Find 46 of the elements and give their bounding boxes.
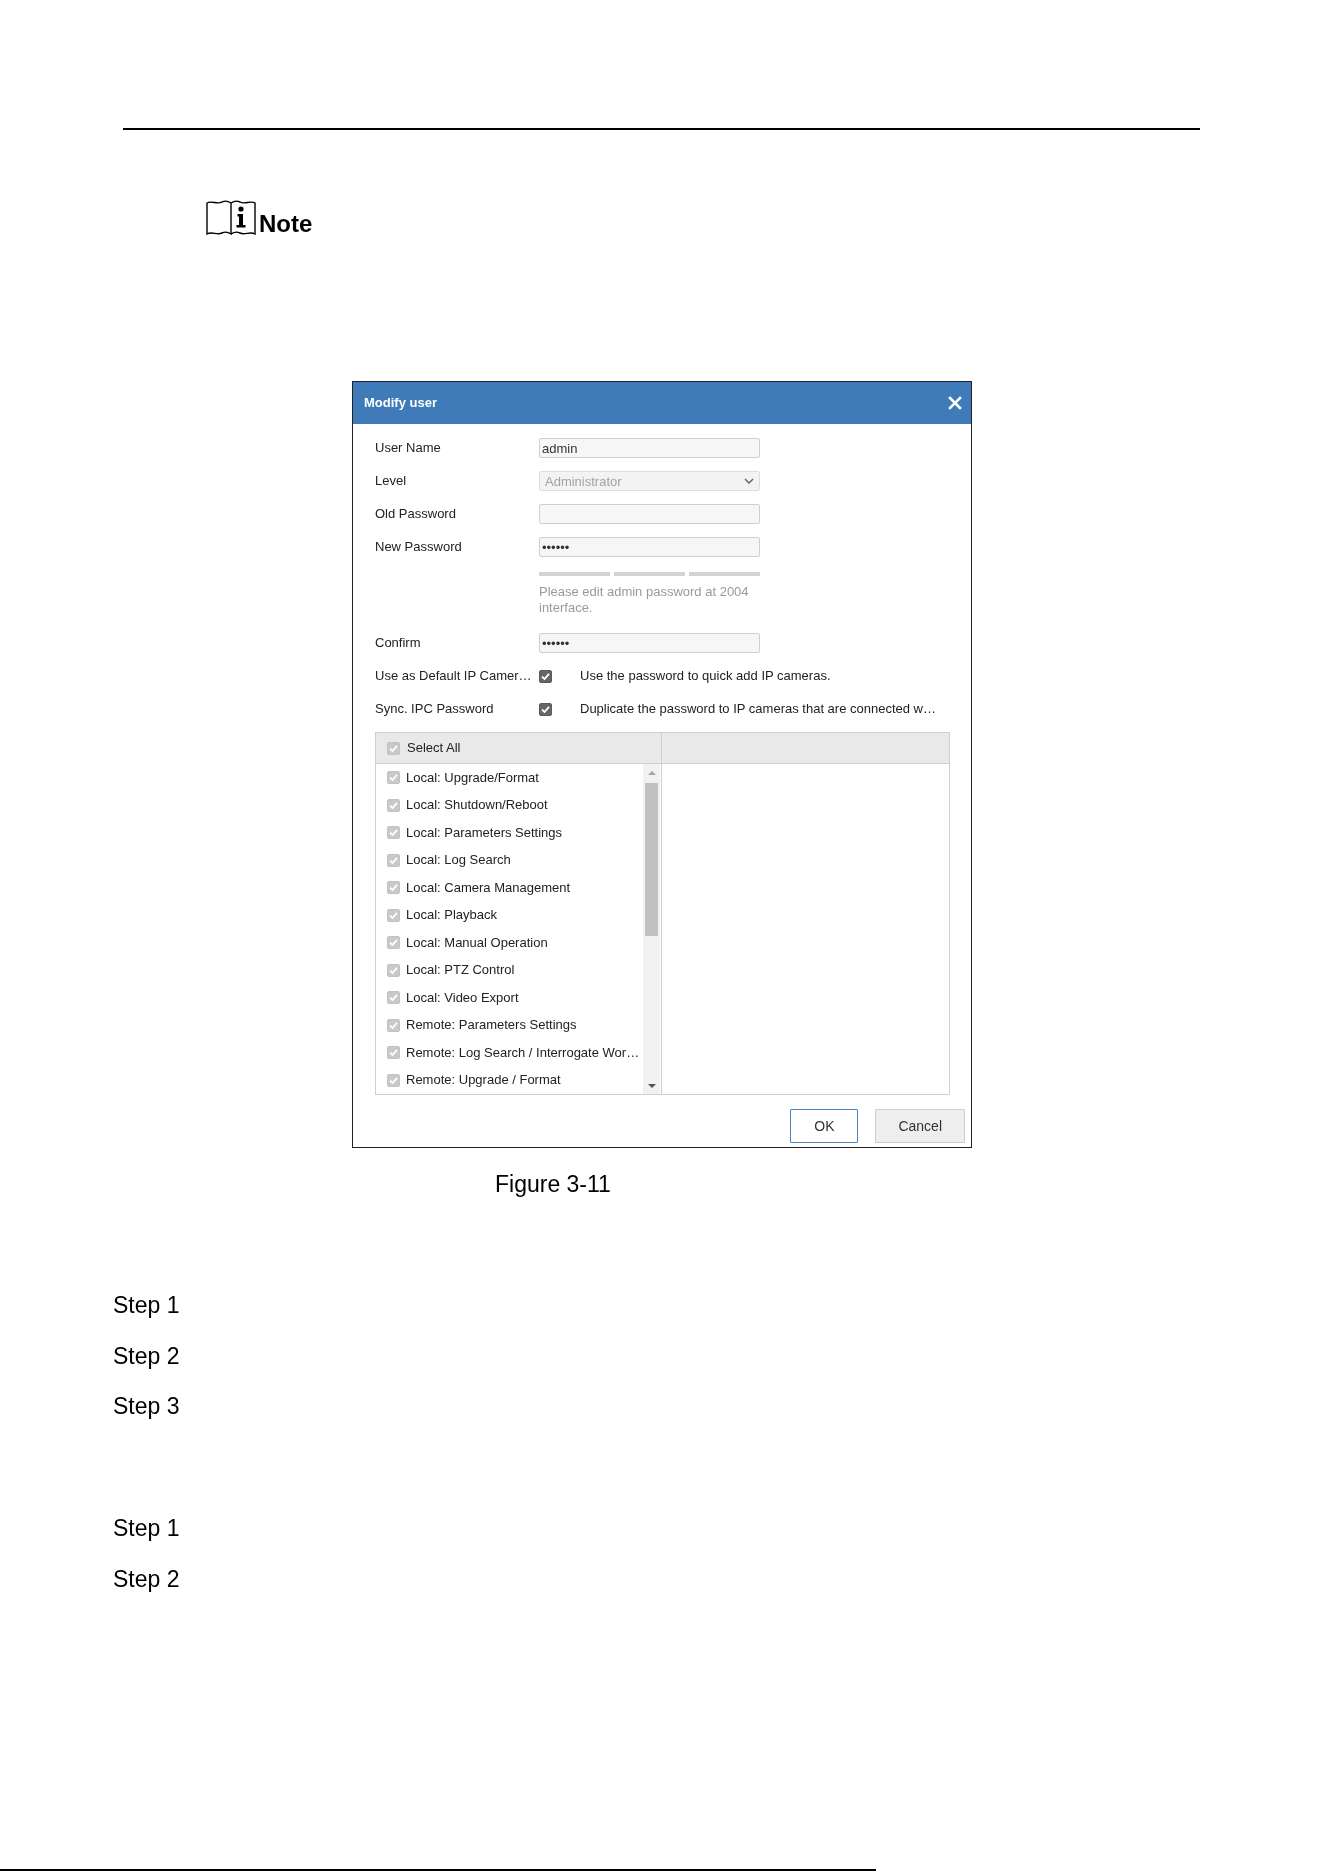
step-label: Step 2 [113,1341,180,1371]
checkbox[interactable] [539,702,552,716]
caret-up-icon[interactable] [647,770,656,775]
field-label: Use as Default IP Camer… [375,668,532,684]
field-label: New Password [375,539,462,555]
field-label: Confirm [375,635,421,651]
permission-label: Local: Log Search [406,852,511,869]
field-description: Duplicate the password to IP cameras that are connected w… [580,701,936,717]
field-label: Sync. IPC Password [375,701,494,717]
password-field[interactable]: •••••• [539,537,760,557]
password-hint: Please edit admin password at 2004 interface. [539,584,750,616]
permission-label: Remote: Parameters Settings [406,1017,577,1034]
permission-label: Remote: Log Search / Interrogate Wor… [406,1044,640,1061]
permission-label: Local: Playback [406,907,498,924]
permission-label: Local: Camera Management [406,879,571,896]
step-label: Step 3 [113,1392,180,1421]
permission-label: Local: Manual Operation [406,934,548,951]
field-label: User Name [375,440,441,456]
step-label: Step 2 [113,1564,180,1594]
field-description: Use the password to quick add IP cameras. [580,668,831,684]
note-label: Note [259,212,313,236]
field-label: Level [375,473,407,489]
select-all-label: Select All [407,740,461,756]
ok-button[interactable]: OK [790,1109,859,1143]
cancel-button[interactable]: Cancel [875,1109,965,1143]
caret-down-icon[interactable] [647,1083,656,1088]
dialog-title: Modify user [364,395,437,411]
chevron-down-icon [744,478,754,484]
permission-label: Local: Video Export [406,989,519,1006]
permission-label: Local: Parameters Settings [406,824,563,841]
step-label: Step 1 [113,1291,180,1320]
close-icon[interactable] [948,396,962,410]
password-field[interactable]: •••••• [539,633,760,653]
step-label: Step 1 [113,1514,180,1543]
password-field[interactable] [539,504,760,524]
info-book-icon [206,199,256,236]
text-field[interactable]: admin [539,438,760,458]
permission-label: Local: PTZ Control [406,962,515,979]
permission-label: Local: Upgrade/Format [406,769,539,786]
permission-label: Remote: Upgrade / Format [406,1072,561,1089]
checkbox[interactable] [539,669,552,683]
field-label: Old Password [375,506,456,522]
permission-label: Local: Shutdown/Reboot [406,797,548,814]
scrollbar[interactable] [643,764,660,1094]
figure-caption: Figure 3-11 [495,1170,611,1198]
scrollbar-thumb[interactable] [645,783,658,936]
